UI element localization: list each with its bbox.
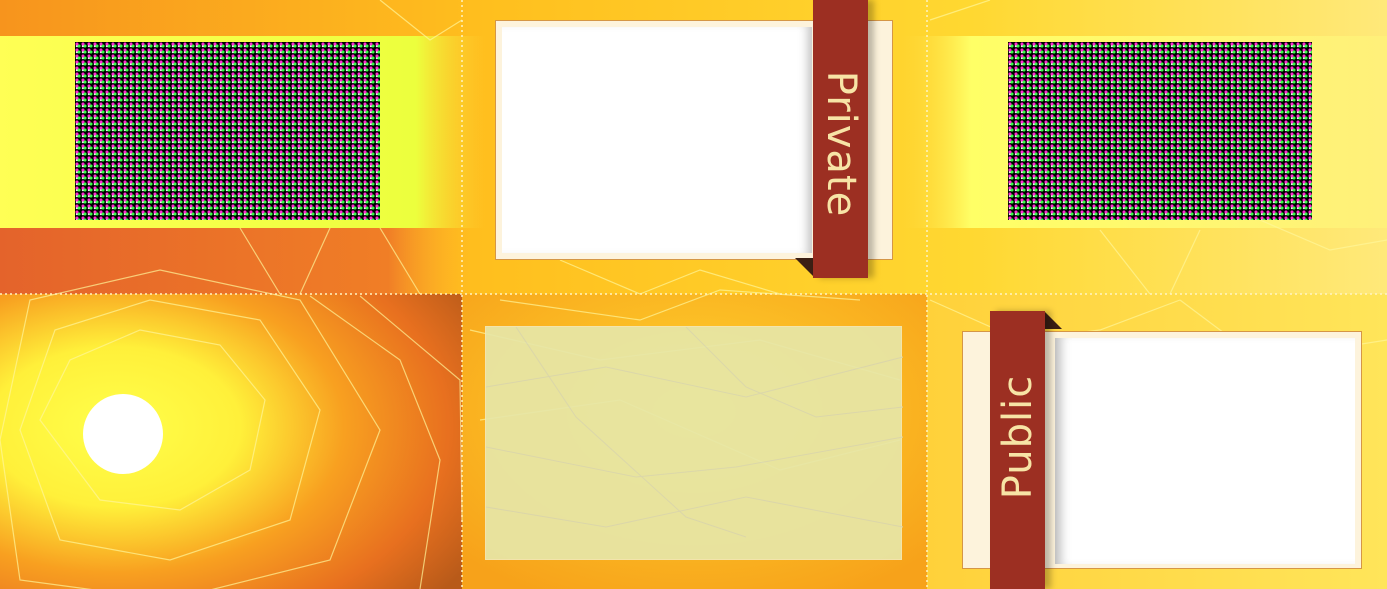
panel-pattern xyxy=(486,327,903,538)
public-card-content xyxy=(1055,338,1355,564)
sun-icon xyxy=(83,394,163,474)
thumbnail-top-left[interactable] xyxy=(75,42,380,220)
thumbnail-top-right[interactable] xyxy=(1008,42,1312,220)
public-ribbon-label: Public xyxy=(994,374,1041,500)
private-ribbon-fold xyxy=(795,258,813,276)
private-ribbon-label: Private xyxy=(817,70,864,218)
public-ribbon-fold xyxy=(1044,311,1062,329)
private-ribbon[interactable]: Private xyxy=(813,0,868,278)
empty-panel[interactable] xyxy=(485,326,903,560)
private-card-content xyxy=(502,27,812,253)
public-ribbon[interactable]: Public xyxy=(990,311,1045,589)
